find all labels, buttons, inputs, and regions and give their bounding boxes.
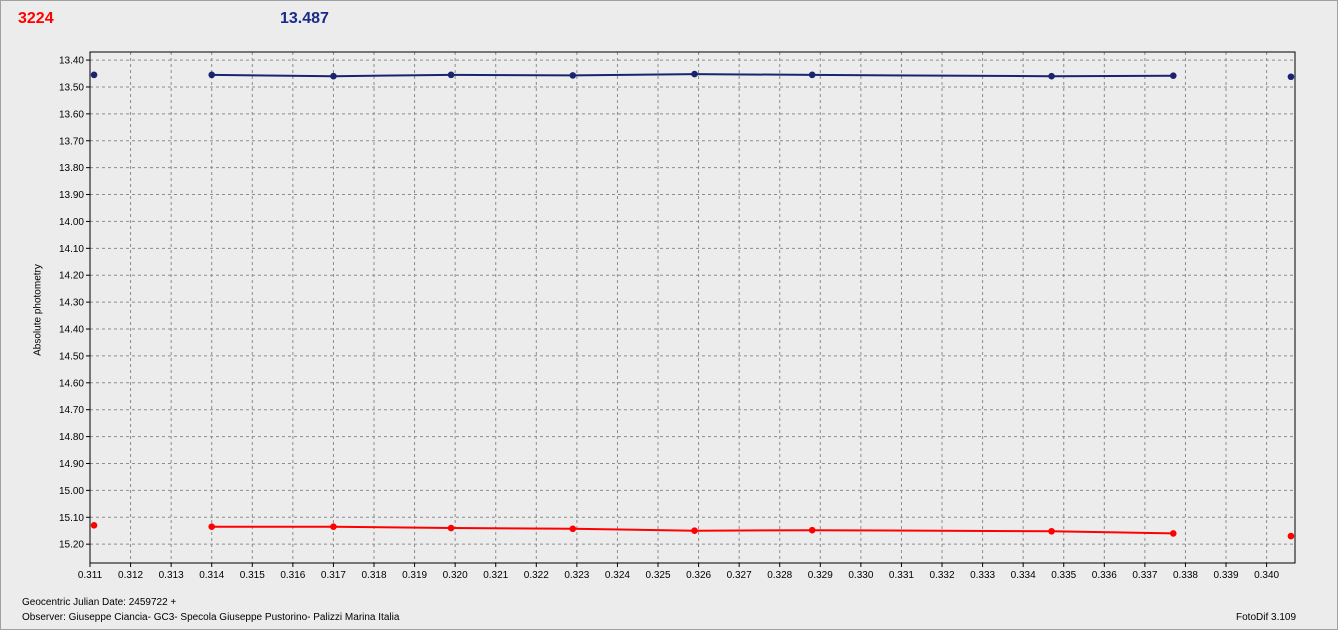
x-tick-label: 0.325: [645, 570, 670, 581]
x-tick-label: 0.337: [1132, 570, 1157, 581]
series-0-point: [1048, 72, 1055, 80]
series-0-point: [330, 72, 337, 80]
observer-label: Observer: Giuseppe Ciancia- GC3- Specola…: [22, 612, 400, 623]
y-tick-label: 14.70: [59, 405, 84, 416]
x-tick-label: 0.324: [605, 570, 630, 581]
x-tick-label: 0.328: [767, 570, 792, 581]
x-tick-label: 0.313: [159, 570, 184, 581]
x-tick-label: 0.340: [1254, 570, 1279, 581]
y-tick-label: 14.30: [59, 298, 84, 309]
y-tick-label: 13.70: [59, 136, 84, 147]
series-0-point: [1169, 72, 1177, 79]
julian-date-label: Geocentric Julian Date: 2459722 +: [22, 597, 177, 608]
y-tick-label: 15.10: [59, 513, 84, 524]
y-tick-label: 15.00: [59, 486, 84, 497]
series-0-point: [691, 70, 698, 78]
series-1-point: [1287, 532, 1295, 540]
x-tick-label: 0.330: [848, 570, 873, 581]
x-tick-label: 0.329: [808, 570, 833, 581]
x-tick-label: 0.339: [1214, 570, 1239, 581]
x-tick-label: 0.321: [483, 570, 508, 581]
x-tick-label: 0.331: [889, 570, 914, 581]
y-tick-label: 14.90: [59, 459, 84, 470]
y-tick-label: 14.50: [59, 351, 84, 362]
x-tick-label: 0.315: [240, 570, 265, 581]
x-tick-label: 0.322: [524, 570, 549, 581]
x-tick-label: 0.327: [727, 570, 752, 581]
x-tick-label: 0.338: [1173, 570, 1198, 581]
y-tick-label: 14.40: [59, 325, 84, 336]
x-tick-label: 0.316: [280, 570, 305, 581]
series-1-point: [208, 523, 216, 530]
x-tick-label: 0.314: [199, 570, 224, 581]
series-0-point: [808, 71, 816, 79]
x-tick-label: 0.335: [1051, 570, 1076, 581]
series-0-point: [569, 72, 577, 79]
y-tick-label: 13.40: [59, 56, 84, 67]
x-tick-label: 0.311: [78, 570, 103, 581]
series-1-point: [808, 526, 816, 534]
series-0-point: [447, 71, 455, 79]
series-1-point: [90, 522, 98, 529]
y-tick-label: 14.80: [59, 432, 84, 443]
x-tick-label: 0.312: [118, 570, 143, 581]
software-version-label: FotoDif 3.109: [1236, 612, 1297, 623]
x-tick-label: 0.319: [402, 570, 427, 581]
x-tick-label: 0.336: [1092, 570, 1117, 581]
y-tick-label: 13.80: [59, 163, 84, 174]
y-tick-label: 13.50: [59, 82, 84, 93]
y-tick-label: 14.10: [59, 244, 84, 255]
photometry-chart: 0.311 0.312 0.313 0.314 0.315 0.316 0.317 0.318…: [59, 51, 1296, 581]
x-tick-label: 0.332: [930, 570, 955, 581]
series-0-point: [90, 71, 98, 79]
x-tick-label: 0.317: [321, 570, 346, 581]
x-tick-label: 0.334: [1011, 570, 1036, 581]
series-1-point: [569, 525, 577, 533]
x-tick-label: 0.323: [564, 570, 589, 581]
series-1-point: [1048, 527, 1055, 535]
grid-layer: [89, 52, 1295, 563]
y-tick-label: 14.00: [59, 217, 84, 228]
series-1-point: [330, 523, 337, 530]
x-tick-label: 0.320: [443, 570, 468, 581]
series-0-point: [208, 71, 216, 79]
y-tick-label: 14.60: [59, 378, 84, 389]
series-1-point: [691, 527, 698, 535]
x-tick-label: 0.318: [361, 570, 386, 581]
x-tick-label: 0.333: [970, 570, 995, 581]
y-tick-label: 13.90: [59, 190, 84, 201]
series-0-point: [1287, 73, 1295, 81]
series-1-point: [1169, 530, 1177, 537]
y-tick-label: 13.60: [59, 109, 84, 120]
y-tick-label: 14.20: [59, 271, 84, 282]
y-tick-label: 15.20: [59, 540, 84, 551]
x-tick-label: 0.326: [686, 570, 711, 581]
series-1-point: [447, 524, 455, 532]
plot-area: [90, 52, 1295, 563]
